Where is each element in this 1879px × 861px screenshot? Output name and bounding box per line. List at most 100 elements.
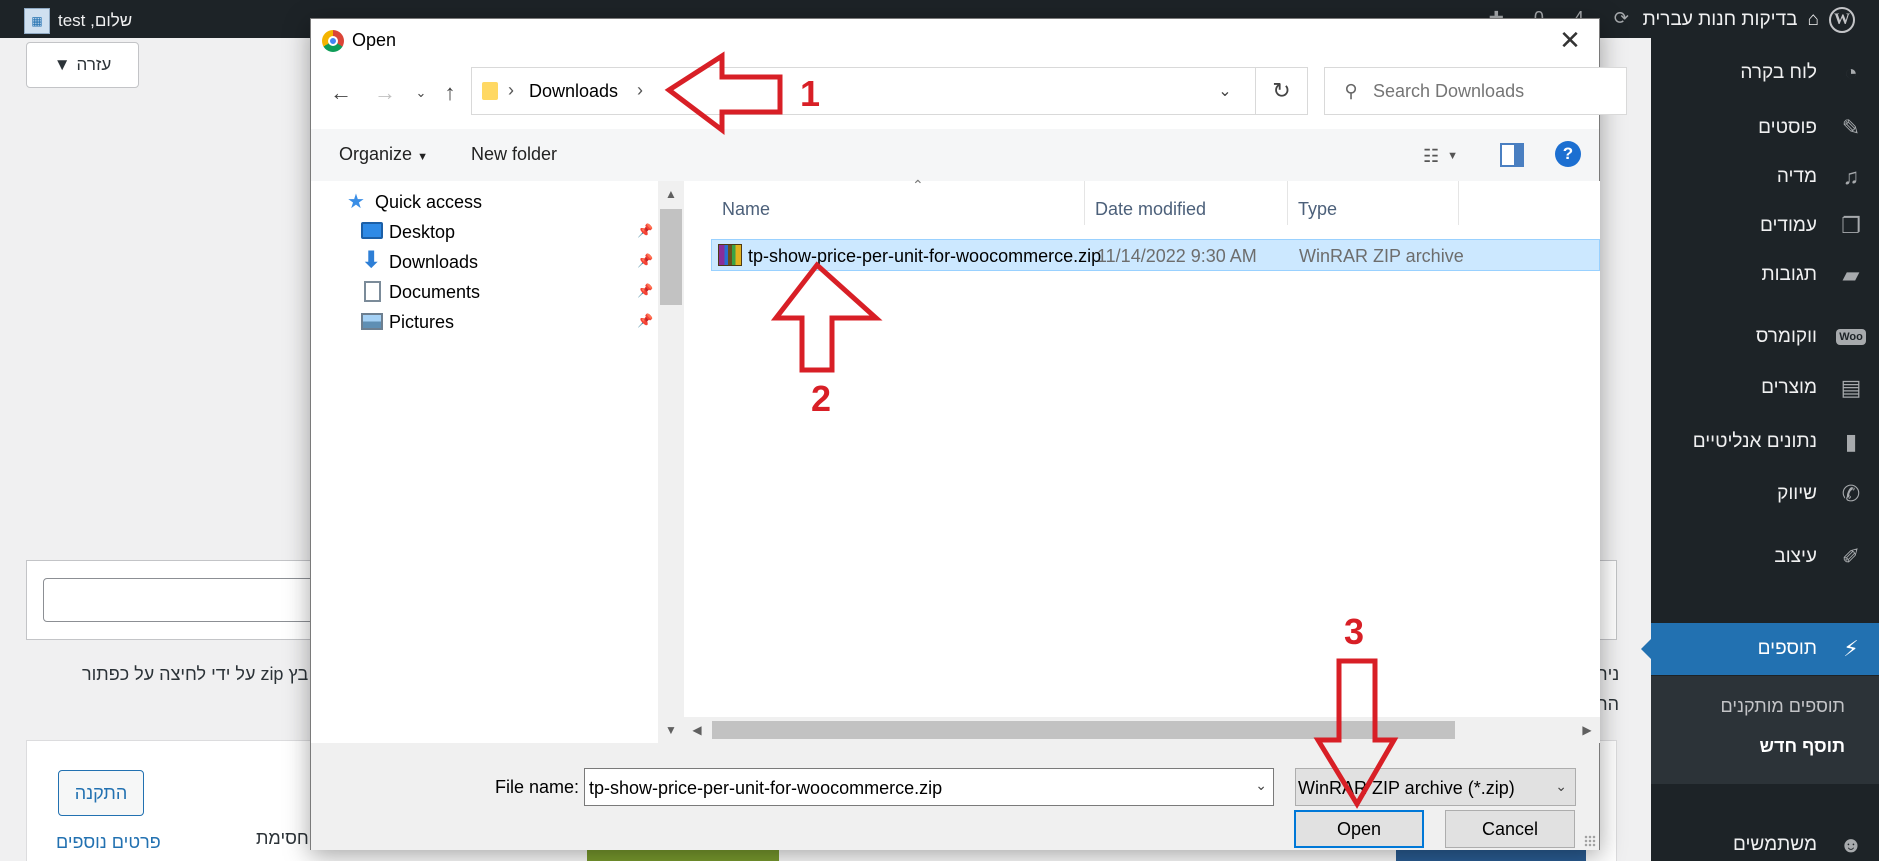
recent-locations-icon[interactable]: ⌄ bbox=[407, 79, 435, 107]
nav-item-label: Documents bbox=[389, 282, 481, 302]
install-button[interactable]: התקנה bbox=[58, 770, 144, 816]
submenu-add-new[interactable]: תוסף חדש bbox=[1651, 736, 1879, 757]
file-name: tp-show-price-per-unit-for-woocommerce.z… bbox=[748, 246, 1102, 266]
sidebar-item-comments[interactable]: ▰ תגובות bbox=[1651, 253, 1879, 297]
file-name-label: File name: bbox=[495, 777, 580, 797]
forward-arrow-icon[interactable]: → bbox=[371, 79, 399, 107]
pin-icon[interactable]: 📌 bbox=[637, 283, 653, 299]
sidebar-item-label: פוסטים bbox=[1758, 117, 1817, 138]
horizontal-scrollbar[interactable]: ◀ ▶ bbox=[684, 717, 1600, 743]
chrome-icon bbox=[322, 30, 344, 52]
navigation-pane: ★ Quick access Desktop 📌 ⬇ Downloads 📌 D… bbox=[311, 181, 684, 743]
wp-sidebar: ◔ לוח בקרה ✎ פוסטים ♫ מדיה ❐ עמודים ▰ תג… bbox=[1641, 38, 1879, 861]
open-file-dialog: Open ✕ ← → ⌄ ↑ › Downloads › ⌄ ↻ ⚲ Organ… bbox=[310, 18, 1627, 850]
sidebar-item-label: לוח בקרה bbox=[1740, 62, 1817, 83]
pin-icon[interactable]: 📌 bbox=[637, 253, 653, 269]
chevron-down-icon[interactable]: ⌄ bbox=[1255, 777, 1267, 794]
dialog-titlebar[interactable]: Open ✕ bbox=[311, 19, 1599, 61]
sidebar-item-label: מדיה bbox=[1776, 166, 1817, 187]
pictures-icon bbox=[361, 313, 383, 330]
scroll-right-icon[interactable]: ▶ bbox=[1574, 717, 1600, 743]
submenu-installed-plugins[interactable]: תוספים מותקנים bbox=[1651, 696, 1879, 717]
change-view-button[interactable]: ☷ ▼ bbox=[1423, 143, 1469, 169]
sidebar-item-plugins[interactable]: ⚡ תוספים bbox=[1651, 623, 1879, 675]
caret-down-icon: ▼ bbox=[417, 151, 428, 163]
scroll-up-icon[interactable]: ▲ bbox=[658, 181, 684, 207]
column-header-type[interactable]: Type bbox=[1288, 181, 1458, 225]
column-header-name[interactable]: Name bbox=[684, 181, 1084, 225]
close-icon[interactable]: ✕ bbox=[1555, 25, 1585, 55]
sidebar-item-products[interactable]: ▤ מוצרים bbox=[1651, 366, 1879, 410]
sidebar-item-label: נתונים אנליטיים bbox=[1692, 431, 1817, 452]
search-input[interactable] bbox=[1373, 81, 1613, 102]
home-icon: ⌂ bbox=[1807, 9, 1819, 30]
chevron-right-icon[interactable]: › bbox=[508, 80, 514, 101]
address-bar[interactable]: › Downloads › ⌄ bbox=[471, 67, 1256, 115]
sidebar-item-marketing[interactable]: ✆ שיווק bbox=[1651, 472, 1879, 516]
scroll-thumb[interactable] bbox=[660, 209, 682, 305]
scroll-down-icon[interactable]: ▼ bbox=[658, 717, 684, 743]
preview-pane-icon[interactable] bbox=[1500, 143, 1524, 167]
upload-instructions: בץ zip על ידי לחיצה על כפתור bbox=[82, 664, 309, 684]
up-arrow-icon[interactable]: ↑ bbox=[436, 79, 464, 107]
text-fragment: ניר bbox=[1598, 664, 1620, 684]
pin-icon[interactable]: 📌 bbox=[637, 223, 653, 239]
organize-button[interactable]: Organize ▼ bbox=[339, 144, 428, 165]
plugin-icon: ⚡ bbox=[1843, 636, 1859, 661]
nav-item-label: Pictures bbox=[389, 312, 455, 332]
refresh-icon[interactable]: ↻ bbox=[1256, 67, 1308, 115]
column-divider[interactable] bbox=[1458, 181, 1459, 225]
scroll-thumb[interactable] bbox=[712, 721, 1455, 739]
back-arrow-icon[interactable]: ← bbox=[327, 79, 355, 107]
sidebar-item-users[interactable]: ☻ משתמשים bbox=[1651, 823, 1879, 861]
file-row[interactable]: tp-show-price-per-unit-for-woocommerce.z… bbox=[711, 239, 1600, 271]
analytics-icon: ▮ bbox=[1844, 429, 1858, 454]
downloads-icon: ⬇ bbox=[362, 247, 381, 272]
help-icon[interactable]: ? bbox=[1555, 141, 1581, 167]
admin-bar-site[interactable]: W ⌂ בדיקות חנות עברית bbox=[1643, 7, 1855, 33]
resize-grip-icon[interactable] bbox=[1584, 835, 1596, 847]
updates-icon[interactable]: ⟳ bbox=[1614, 8, 1629, 29]
nav-item-desktop[interactable]: Desktop 📌 bbox=[311, 215, 656, 249]
sidebar-item-pages[interactable]: ❐ עמודים bbox=[1651, 204, 1879, 248]
new-folder-button[interactable]: New folder bbox=[471, 144, 557, 165]
site-name: בדיקות חנות עברית bbox=[1642, 9, 1798, 30]
breadcrumb-downloads[interactable]: Downloads bbox=[529, 81, 618, 102]
cancel-button[interactable]: Cancel bbox=[1445, 810, 1575, 848]
dialog-bottom-area: File name: ⌄ WinRAR ZIP archive (*.zip) … bbox=[311, 743, 1599, 850]
sidebar-item-label: עיצוב bbox=[1774, 546, 1817, 567]
file-name-input[interactable] bbox=[589, 778, 1229, 799]
sidebar-item-appearance[interactable]: ✐ עיצוב bbox=[1651, 535, 1879, 579]
sidebar-item-label: מוצרים bbox=[1761, 377, 1817, 398]
nav-item-quick-access[interactable]: ★ Quick access bbox=[311, 185, 656, 219]
sidebar-item-dashboard[interactable]: ◔ לוח בקרה bbox=[1651, 51, 1879, 95]
search-box[interactable]: ⚲ bbox=[1324, 67, 1627, 115]
sidebar-item-media[interactable]: ♫ מדיה bbox=[1651, 155, 1879, 199]
sidebar-item-analytics[interactable]: ▮ נתונים אנליטיים bbox=[1651, 420, 1879, 464]
pin-icon[interactable]: 📌 bbox=[637, 313, 653, 329]
products-icon: ▤ bbox=[1840, 375, 1862, 400]
navigation-row: ← → ⌄ ↑ › Downloads › ⌄ ↻ ⚲ bbox=[311, 67, 1627, 119]
nav-item-downloads[interactable]: ⬇ Downloads 📌 bbox=[311, 245, 656, 279]
nav-item-documents[interactable]: Documents 📌 bbox=[311, 275, 656, 309]
chevron-right-icon[interactable]: › bbox=[637, 80, 643, 101]
file-type-select[interactable]: WinRAR ZIP archive (*.zip) ⌄ bbox=[1295, 768, 1576, 806]
chevron-down-icon[interactable]: ⌄ bbox=[1212, 78, 1238, 104]
wordpress-logo-icon[interactable]: W bbox=[1829, 7, 1855, 33]
plugin-description: חסימת bbox=[256, 828, 309, 848]
file-name-combobox[interactable]: ⌄ bbox=[584, 768, 1274, 806]
nav-pane-scrollbar[interactable]: ▲ ▼ bbox=[658, 181, 684, 743]
scroll-left-icon[interactable]: ◀ bbox=[684, 717, 710, 743]
dialog-title: Open bbox=[352, 30, 397, 50]
nav-item-pictures[interactable]: Pictures 📌 bbox=[311, 305, 656, 339]
admin-bar-greeting[interactable]: שלום, test ▦ bbox=[24, 8, 132, 34]
sidebar-item-woocommerce[interactable]: Woo ווקומרס bbox=[1651, 315, 1879, 359]
nav-item-label: Quick access bbox=[375, 192, 483, 212]
chevron-down-icon[interactable]: ⌄ bbox=[1555, 778, 1567, 795]
help-button[interactable]: עזרה ▼ bbox=[26, 42, 139, 88]
comments-icon: ▰ bbox=[1842, 262, 1860, 287]
open-button[interactable]: Open bbox=[1294, 810, 1424, 848]
more-details-link[interactable]: פרטים נוספים bbox=[56, 832, 161, 853]
sidebar-item-posts[interactable]: ✎ פוסטים bbox=[1651, 106, 1879, 150]
column-header-date-modified[interactable]: Date modified bbox=[1085, 181, 1287, 225]
